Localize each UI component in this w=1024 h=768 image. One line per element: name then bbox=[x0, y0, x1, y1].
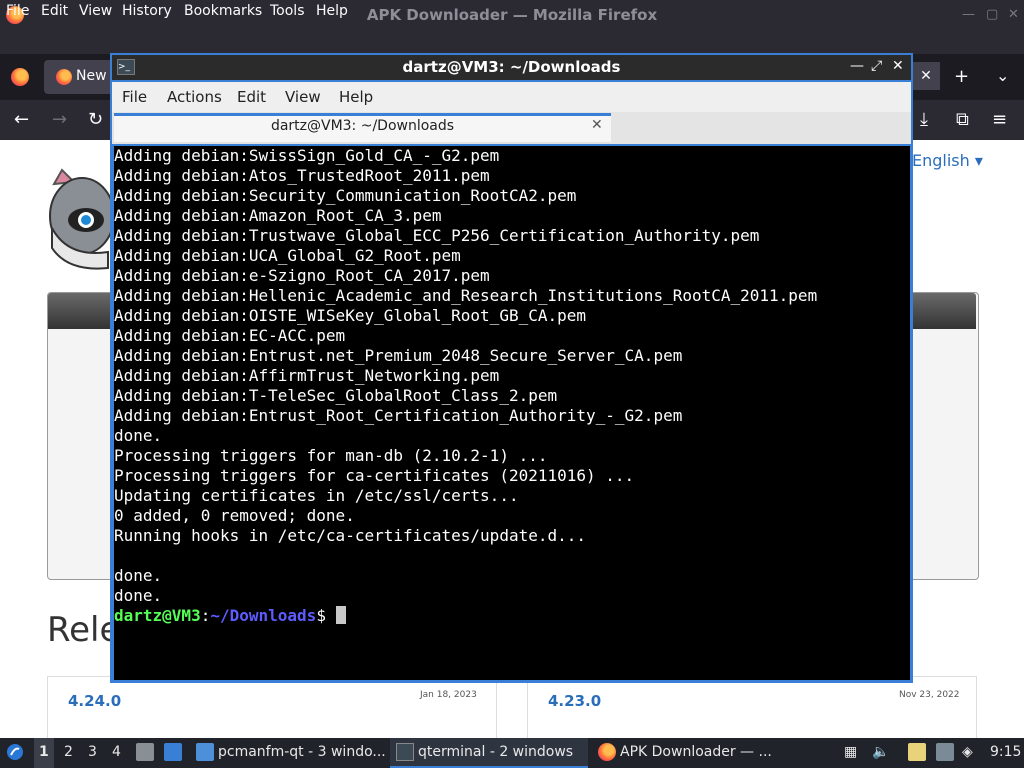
release-version[interactable]: 4.24.0 bbox=[68, 692, 121, 710]
terminal-line: Running hooks in /etc/ca-certificates/up… bbox=[114, 526, 587, 545]
release-date: Nov 23, 2022 bbox=[899, 690, 960, 700]
release-version[interactable]: 4.23.0 bbox=[548, 692, 601, 710]
terminal-menu-actions[interactable]: Actions bbox=[167, 88, 222, 106]
forward-icon[interactable]: → bbox=[52, 109, 67, 130]
desktop-2[interactable]: 2 bbox=[64, 744, 73, 760]
desktop-1[interactable]: 1 bbox=[39, 744, 49, 760]
task-firefox[interactable]: APK Downloader — ... bbox=[620, 744, 772, 760]
terminal-line: Adding debian:Security_Communication_Roo… bbox=[114, 186, 577, 205]
terminal-line: Updating certificates in /etc/ssl/certs.… bbox=[114, 486, 519, 505]
tab-label: New bbox=[76, 68, 107, 84]
terminal-line: Adding debian:AffirmTrust_Networking.pem bbox=[114, 366, 500, 385]
app-menu-icon[interactable]: ≡ bbox=[992, 109, 1007, 130]
prompt-separator: : bbox=[200, 606, 211, 625]
firefox-menubar bbox=[0, 30, 1024, 54]
terminal-menubar bbox=[112, 82, 911, 112]
terminal-tab-close-icon[interactable]: ✕ bbox=[591, 117, 603, 133]
close-icon[interactable]: ✕ bbox=[1008, 7, 1019, 22]
desktop-3[interactable]: 3 bbox=[88, 744, 97, 760]
terminal-line: Adding debian:Entrust.net_Premium_2048_S… bbox=[114, 346, 683, 365]
terminal-line: Adding debian:EC-ACC.pem bbox=[114, 326, 346, 345]
minimize-icon[interactable]: — bbox=[850, 58, 864, 74]
terminal-icon bbox=[396, 743, 414, 761]
back-icon[interactable]: ← bbox=[14, 109, 29, 130]
close-icon[interactable]: ✕ bbox=[892, 58, 904, 74]
menu-history[interactable]: History bbox=[122, 3, 172, 19]
tab-favicon-icon bbox=[56, 69, 72, 85]
terminal-menu-help[interactable]: Help bbox=[339, 88, 373, 106]
prompt-path: ~/Downloads bbox=[210, 606, 317, 625]
network-icon[interactable]: ◈ bbox=[962, 744, 973, 760]
terminal-line: Processing triggers for man-db (2.10.2-1… bbox=[114, 446, 548, 465]
file-manager-quicklaunch-icon[interactable] bbox=[136, 743, 154, 761]
downloads-icon[interactable]: ⤓ bbox=[920, 109, 928, 130]
prompt-symbol: $ bbox=[316, 606, 336, 625]
menu-bookmarks[interactable]: Bookmarks bbox=[184, 3, 262, 19]
terminal-line: Adding debian:UCA_Global_G2_Root.pem bbox=[114, 246, 461, 265]
folder-icon bbox=[196, 743, 214, 761]
show-desktop-icon[interactable] bbox=[164, 743, 182, 761]
terminal-cursor bbox=[335, 606, 346, 624]
firefox-view-icon[interactable] bbox=[11, 68, 29, 86]
terminal-line: Adding debian:T-TeleSec_GlobalRoot_Class… bbox=[114, 386, 558, 405]
menu-view[interactable]: View bbox=[79, 3, 112, 19]
terminal-menu-edit[interactable]: Edit bbox=[237, 88, 266, 106]
terminal-window-title: dartz@VM3: ~/Downloads bbox=[402, 58, 621, 76]
start-menu-icon[interactable] bbox=[6, 743, 24, 761]
task-pcmanfm[interactable]: pcmanfm-qt - 3 windo... bbox=[218, 744, 386, 760]
updates-icon[interactable]: ▦ bbox=[844, 744, 857, 760]
maximize-icon[interactable]: ⤢ bbox=[871, 58, 882, 74]
terminal-line: Adding debian:Hellenic_Academic_and_Rese… bbox=[114, 286, 818, 305]
menu-edit[interactable]: Edit bbox=[41, 3, 68, 19]
menu-file[interactable]: File bbox=[6, 3, 29, 19]
terminal-line: Adding debian:Atos_TrustedRoot_2011.pem bbox=[114, 166, 490, 185]
desktop-4[interactable]: 4 bbox=[112, 744, 121, 760]
raccoon-mascot-logo bbox=[49, 168, 112, 270]
minimize-icon[interactable]: — bbox=[962, 7, 975, 22]
tab-close-icon[interactable]: ✕ bbox=[912, 62, 940, 90]
task-qterminal[interactable]: qterminal - 2 windows bbox=[418, 744, 573, 760]
terminal-line: 0 added, 0 removed; done. bbox=[114, 506, 355, 525]
menu-tools[interactable]: Tools bbox=[270, 3, 305, 19]
terminal-line: Adding debian:SwissSign_Gold_CA_-_G2.pem bbox=[114, 146, 500, 165]
release-date: Jan 18, 2023 bbox=[420, 690, 477, 700]
terminal-menu-file[interactable]: File bbox=[122, 88, 147, 106]
language-label: English bbox=[912, 151, 970, 170]
display-icon[interactable] bbox=[936, 743, 954, 761]
new-tab-icon[interactable]: + bbox=[954, 66, 969, 87]
menu-help[interactable]: Help bbox=[316, 3, 348, 19]
reload-icon[interactable]: ↻ bbox=[88, 109, 103, 130]
terminal-line: done. bbox=[114, 426, 163, 445]
terminal-prompt-line[interactable]: dartz@VM3:~/Downloads$ bbox=[114, 606, 817, 626]
prompt-user: dartz@VM3 bbox=[114, 606, 201, 625]
clipboard-icon[interactable] bbox=[908, 743, 926, 761]
terminal-line: Adding debian:e-Szigno_Root_CA_2017.pem bbox=[114, 266, 490, 285]
terminal-tab-title: dartz@VM3: ~/Downloads bbox=[270, 118, 455, 134]
firefox-icon bbox=[598, 743, 616, 761]
terminal-line: Adding debian:Trustwave_Global_ECC_P256_… bbox=[114, 226, 760, 245]
terminal-line: Adding debian:OISTE_WISeKey_Global_Root_… bbox=[114, 306, 587, 325]
terminal-line: done. bbox=[114, 586, 163, 605]
language-select[interactable]: English ▾ bbox=[912, 151, 983, 170]
terminal-line: Adding debian:Entrust_Root_Certification… bbox=[114, 406, 683, 425]
maximize-icon[interactable]: ▢ bbox=[986, 7, 998, 22]
volume-icon[interactable]: 🔈 bbox=[872, 744, 889, 760]
list-all-tabs-icon[interactable]: ⌄ bbox=[996, 66, 1009, 85]
extensions-icon[interactable]: ⧉ bbox=[956, 109, 969, 130]
terminal-output: Adding debian:SwissSign_Gold_CA_-_G2.pem… bbox=[114, 146, 817, 626]
terminal-line: done. bbox=[114, 566, 163, 585]
clock[interactable]: 9:15 bbox=[990, 744, 1021, 760]
terminal-line: Processing triggers for ca-certificates … bbox=[114, 466, 635, 485]
terminal-menu-view[interactable]: View bbox=[285, 88, 321, 106]
terminal-line: Adding debian:Amazon_Root_CA_3.pem bbox=[114, 206, 442, 225]
